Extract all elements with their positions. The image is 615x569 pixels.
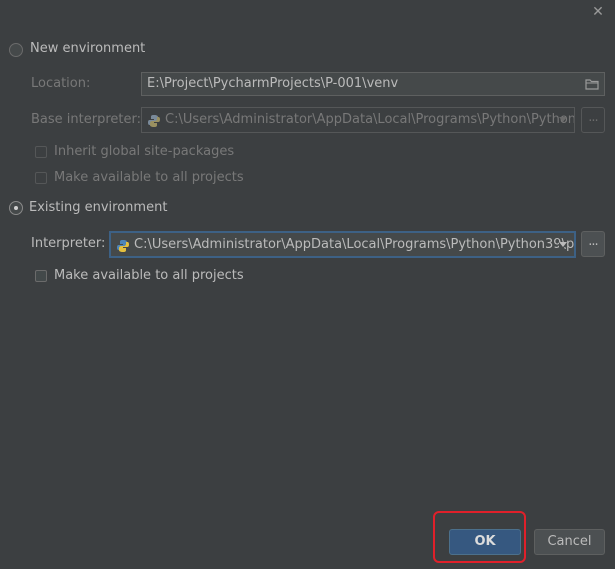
location-value: E:\Project\PycharmProjects\P-001\venv — [147, 76, 399, 91]
interpreter-label: Interpreter: — [31, 236, 106, 251]
python-icon — [147, 113, 161, 127]
dropdown-arrow-icon[interactable] — [559, 242, 567, 247]
interpreter-combo[interactable]: C:\Users\Administrator\AppData\Local\Pro… — [109, 231, 576, 258]
interpreter-browse-button[interactable]: ... — [581, 231, 605, 257]
new-env-make-available-checkbox[interactable] — [35, 172, 47, 184]
existing-env-make-available-label: Make available to all projects — [54, 268, 244, 283]
base-interpreter-browse-button[interactable]: ... — [581, 107, 605, 133]
location-label: Location: — [31, 76, 91, 91]
base-interpreter-label: Base interpreter: — [31, 112, 141, 127]
new-environment-label[interactable]: New environment — [30, 41, 145, 57]
inherit-global-label: Inherit global site-packages — [54, 144, 235, 159]
python-icon — [116, 238, 130, 252]
ok-button[interactable]: OK — [449, 529, 521, 555]
folder-icon[interactable] — [585, 77, 599, 91]
new-env-make-available-label: Make available to all projects — [54, 170, 244, 185]
inherit-global-checkbox[interactable] — [35, 146, 47, 158]
interpreter-value: C:\Users\Administrator\AppData\Local\Pro… — [134, 237, 576, 252]
existing-env-make-available-checkbox[interactable] — [35, 270, 47, 282]
cancel-button[interactable]: Cancel — [534, 529, 605, 555]
close-icon[interactable]: ✕ — [590, 4, 606, 20]
base-interpreter-combo[interactable]: C:\Users\Administrator\AppData\Local\Pro… — [141, 107, 575, 133]
new-environment-radio[interactable] — [9, 43, 23, 57]
dropdown-arrow-icon — [559, 117, 567, 122]
base-interpreter-value: C:\Users\Administrator\AppData\Local\Pro… — [165, 112, 575, 127]
location-field[interactable]: E:\Project\PycharmProjects\P-001\venv — [141, 72, 605, 96]
existing-environment-radio[interactable] — [9, 201, 23, 215]
existing-environment-label[interactable]: Existing environment — [29, 200, 167, 216]
